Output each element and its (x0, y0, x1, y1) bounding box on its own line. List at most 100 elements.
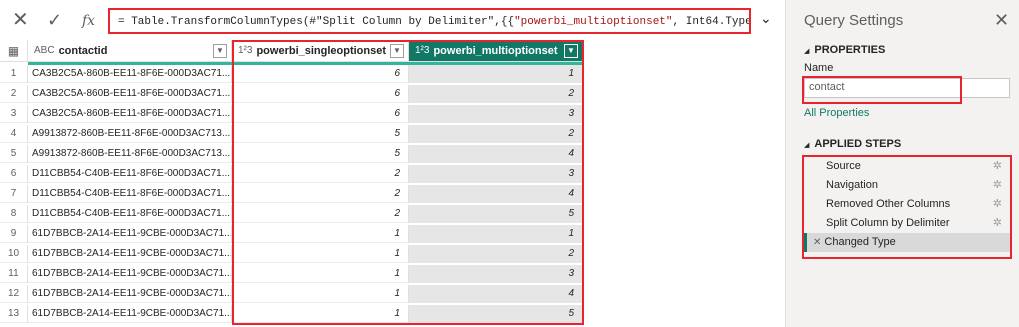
cancel-icon[interactable]: ✕ (12, 10, 29, 30)
name-field[interactable]: contact (804, 78, 1010, 98)
table-row[interactable]: 4 A9913872-860B-EE11-8F6E-000D3AC713... 5 2 (0, 125, 582, 143)
cell-contactid[interactable]: D11CBB54-C40B-EE11-8F6E-000D3AC71... (28, 185, 232, 203)
name-label: Name (804, 62, 834, 74)
cell-multioptionset[interactable]: 5 (409, 305, 582, 323)
fx-icon[interactable]: fx (82, 11, 95, 31)
row-number[interactable]: 10 (0, 245, 28, 263)
cell-multioptionset[interactable]: 2 (409, 85, 582, 103)
row-number[interactable]: 4 (0, 125, 28, 143)
cell-contactid[interactable]: CA3B2C5A-860B-EE11-8F6E-000D3AC71... (28, 105, 232, 123)
table-menu-icon[interactable]: ▦ (0, 40, 28, 62)
all-properties-link[interactable]: All Properties (804, 107, 869, 119)
text-type-icon[interactable]: ABC (34, 45, 55, 56)
table-row[interactable]: 11 61D7BBCB-2A14-EE11-9CBE-000D3AC71... 1 3 (0, 265, 582, 283)
row-number[interactable]: 3 (0, 105, 28, 123)
cell-singleoptionset[interactable]: 6 (232, 85, 409, 103)
cell-contactid[interactable]: 61D7BBCB-2A14-EE11-9CBE-000D3AC71... (28, 265, 232, 283)
column-label: powerbi_singleoptionset (256, 44, 387, 57)
cell-multioptionset[interactable]: 1 (409, 65, 582, 83)
formula-prefix: = Table.TransformColumnTypes(#"Split Col… (118, 16, 515, 28)
expand-formula-icon[interactable]: ⌄ (760, 10, 772, 27)
column-header-singleoptionset[interactable]: 1²3 powerbi_singleoptionset ▼ (232, 40, 409, 62)
table-row[interactable]: 1 CA3B2C5A-860B-EE11-8F6E-000D3AC71... 6 1 (0, 65, 582, 83)
number-type-icon[interactable]: 1²3 (238, 45, 252, 56)
table-row[interactable]: 8 D11CBB54-C40B-EE11-8F6E-000D3AC71... 2 5 (0, 205, 582, 223)
table-row[interactable]: 5 A9913872-860B-EE11-8F6E-000D3AC713... 5 4 (0, 145, 582, 163)
step-changed-type[interactable]: ✕ Changed Type (804, 233, 1010, 252)
cell-contactid[interactable]: A9913872-860B-EE11-8F6E-000D3AC713... (28, 125, 232, 143)
cell-multioptionset[interactable]: 3 (409, 105, 582, 123)
formula-input[interactable]: = Table.TransformColumnTypes(#"Split Col… (108, 8, 751, 34)
table-row[interactable]: 9 61D7BBCB-2A14-EE11-9CBE-000D3AC71... 1 1 (0, 225, 582, 243)
table-row[interactable]: 7 D11CBB54-C40B-EE11-8F6E-000D3AC71... 2 4 (0, 185, 582, 203)
cell-singleoptionset[interactable]: 5 (232, 125, 409, 143)
row-number[interactable]: 6 (0, 165, 28, 183)
cell-singleoptionset[interactable]: 6 (232, 65, 409, 83)
step-split-column[interactable]: Split Column by Delimiter ✲ (804, 214, 1010, 233)
row-number[interactable]: 11 (0, 265, 28, 283)
cell-singleoptionset[interactable]: 1 (232, 285, 409, 303)
cell-contactid[interactable]: 61D7BBCB-2A14-EE11-9CBE-000D3AC71... (28, 225, 232, 243)
step-removed-other-columns[interactable]: Removed Other Columns ✲ (804, 195, 1010, 214)
formula-string: "powerbi_multioptionset" (514, 16, 673, 28)
row-number[interactable]: 13 (0, 305, 28, 323)
table-row[interactable]: 13 61D7BBCB-2A14-EE11-9CBE-000D3AC71... 1 5 (0, 305, 582, 323)
cell-contactid[interactable]: CA3B2C5A-860B-EE11-8F6E-000D3AC71... (28, 85, 232, 103)
row-number[interactable]: 9 (0, 225, 28, 243)
row-number[interactable]: 12 (0, 285, 28, 303)
cell-multioptionset[interactable]: 2 (409, 125, 582, 143)
cell-multioptionset[interactable]: 3 (409, 265, 582, 283)
cell-singleoptionset[interactable]: 1 (232, 265, 409, 283)
applied-steps-section-title[interactable]: ◢ APPLIED STEPS (804, 138, 901, 150)
cell-multioptionset[interactable]: 3 (409, 165, 582, 183)
cell-singleoptionset[interactable]: 2 (232, 185, 409, 203)
row-number[interactable]: 2 (0, 85, 28, 103)
cell-singleoptionset[interactable]: 1 (232, 305, 409, 323)
gear-icon[interactable]: ✲ (993, 214, 1002, 233)
row-number[interactable]: 7 (0, 185, 28, 203)
table-row[interactable]: 3 CA3B2C5A-860B-EE11-8F6E-000D3AC71... 6 3 (0, 105, 582, 123)
cell-contactid[interactable]: CA3B2C5A-860B-EE11-8F6E-000D3AC71... (28, 65, 232, 83)
cell-singleoptionset[interactable]: 5 (232, 145, 409, 163)
filter-dropdown-icon[interactable]: ▼ (213, 43, 227, 58)
cell-singleoptionset[interactable]: 1 (232, 225, 409, 243)
close-icon[interactable]: ✕ (994, 10, 1009, 31)
gear-icon[interactable]: ✲ (993, 195, 1002, 214)
delete-step-icon[interactable]: ✕ (813, 237, 821, 248)
cell-contactid[interactable]: D11CBB54-C40B-EE11-8F6E-000D3AC71... (28, 205, 232, 223)
column-header-multioptionset[interactable]: 1²3 powerbi_multioptionset ▼ (409, 40, 582, 62)
step-source[interactable]: Source ✲ (804, 157, 1010, 176)
row-number[interactable]: 1 (0, 65, 28, 83)
table-row[interactable]: 6 D11CBB54-C40B-EE11-8F6E-000D3AC71... 2 3 (0, 165, 582, 183)
gear-icon[interactable]: ✲ (993, 176, 1002, 195)
row-number[interactable]: 8 (0, 205, 28, 223)
cell-singleoptionset[interactable]: 6 (232, 105, 409, 123)
cell-multioptionset[interactable]: 4 (409, 145, 582, 163)
properties-section-title[interactable]: ◢ PROPERTIES (804, 44, 885, 56)
formula-bar: ✕ ✓ fx = Table.TransformColumnTypes(#"Sp… (0, 0, 785, 40)
gear-icon[interactable]: ✲ (993, 157, 1002, 176)
cell-multioptionset[interactable]: 5 (409, 205, 582, 223)
cell-contactid[interactable]: 61D7BBCB-2A14-EE11-9CBE-000D3AC71... (28, 305, 232, 323)
column-header-contactid[interactable]: ABC contactid ▼ (28, 40, 232, 62)
number-type-icon[interactable]: 1²3 (415, 45, 429, 56)
cell-singleoptionset[interactable]: 2 (232, 205, 409, 223)
table-row[interactable]: 12 61D7BBCB-2A14-EE11-9CBE-000D3AC71... 1 4 (0, 285, 582, 303)
table-row[interactable]: 10 61D7BBCB-2A14-EE11-9CBE-000D3AC71... 1 2 (0, 245, 582, 263)
cell-multioptionset[interactable]: 4 (409, 185, 582, 203)
filter-dropdown-icon[interactable]: ▼ (564, 43, 578, 58)
cell-contactid[interactable]: 61D7BBCB-2A14-EE11-9CBE-000D3AC71... (28, 245, 232, 263)
cell-singleoptionset[interactable]: 1 (232, 245, 409, 263)
cell-multioptionset[interactable]: 2 (409, 245, 582, 263)
cell-singleoptionset[interactable]: 2 (232, 165, 409, 183)
cell-multioptionset[interactable]: 1 (409, 225, 582, 243)
table-row[interactable]: 2 CA3B2C5A-860B-EE11-8F6E-000D3AC71... 6 2 (0, 85, 582, 103)
filter-dropdown-icon[interactable]: ▼ (390, 43, 404, 58)
row-number[interactable]: 5 (0, 145, 28, 163)
cell-contactid[interactable]: D11CBB54-C40B-EE11-8F6E-000D3AC71... (28, 165, 232, 183)
cell-multioptionset[interactable]: 4 (409, 285, 582, 303)
step-navigation[interactable]: Navigation ✲ (804, 176, 1010, 195)
cell-contactid[interactable]: A9913872-860B-EE11-8F6E-000D3AC713... (28, 145, 232, 163)
commit-icon[interactable]: ✓ (47, 10, 62, 30)
cell-contactid[interactable]: 61D7BBCB-2A14-EE11-9CBE-000D3AC71... (28, 285, 232, 303)
